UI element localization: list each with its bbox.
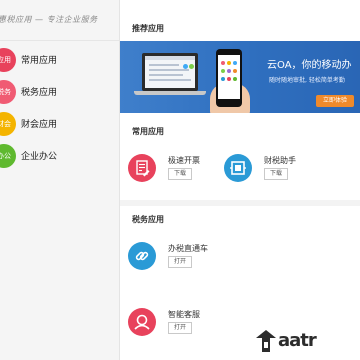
section-title-common: 常用应用 xyxy=(132,127,164,136)
office-apps-icon: 办公 xyxy=(0,144,16,168)
sidebar: 惠税应用 — 专注企业服务 应用 常用应用 税务 税务应用 财会 财会应用 办公… xyxy=(0,0,120,360)
divider xyxy=(0,40,119,41)
laptop-base xyxy=(134,91,206,95)
accounting-apps-icon: 财会 xyxy=(0,112,16,136)
phone-illustration xyxy=(216,49,242,107)
sidebar-item-label: 常用应用 xyxy=(21,56,58,66)
download-button[interactable]: 下载 xyxy=(264,168,288,180)
banner-title: 云OA，你的移动办 xyxy=(267,60,352,71)
app-item-tax-express[interactable]: 办税直通车 打开 xyxy=(120,240,230,280)
sidebar-item-tax-apps[interactable]: 税务 税务应用 xyxy=(0,80,119,104)
download-button[interactable]: 下载 xyxy=(168,168,192,180)
app-window: 惠税应用 — 专注企业服务 应用 常用应用 税务 税务应用 财会 财会应用 办公… xyxy=(0,0,360,360)
sidebar-item-label: 财会应用 xyxy=(21,120,58,130)
watermark-text: aatr xyxy=(278,330,317,351)
common-apps-icon: 应用 xyxy=(0,48,16,72)
brand-title: 惠税应用 — 专注企业服务 xyxy=(0,15,98,24)
sidebar-item-label: 税务应用 xyxy=(21,88,58,98)
section-title-recommended: 推荐应用 xyxy=(132,24,164,33)
app-name: 财税助手 xyxy=(264,156,296,165)
sidebar-item-label: 企业办公 xyxy=(21,152,58,162)
promo-banner[interactable]: 云OA，你的移动办 随时随地审批, 轻松简单考勤 立即体验 xyxy=(120,41,360,113)
link-icon xyxy=(128,242,156,270)
customer-service-icon xyxy=(128,308,156,336)
brand: 惠税应用 — 专注企业服务 xyxy=(0,0,119,40)
sidebar-item-common-apps[interactable]: 应用 常用应用 xyxy=(0,48,119,72)
section-separator xyxy=(120,200,360,206)
watermark-logo: aatr xyxy=(252,322,360,360)
open-button[interactable]: 打开 xyxy=(168,322,192,334)
open-button[interactable]: 打开 xyxy=(168,256,192,268)
app-item-tax-assistant[interactable]: 财税助手 下载 xyxy=(216,152,326,192)
tax-assistant-icon xyxy=(224,154,252,182)
tax-apps-icon: 税务 xyxy=(0,80,16,104)
banner-subtitle: 随时随地审批, 轻松简单考勤 xyxy=(269,77,345,84)
sidebar-item-accounting-apps[interactable]: 财会 财会应用 xyxy=(0,112,119,136)
app-item-quick-invoice[interactable]: 极速开票 下载 xyxy=(120,152,230,192)
section-title-tax: 税务应用 xyxy=(132,215,164,224)
app-name: 极速开票 xyxy=(168,156,200,165)
app-name: 办税直通车 xyxy=(168,244,208,253)
main-content: 推荐应用 云OA，你的移动办 随时随地审批, 轻松简单考勤 立即体验 常用应用 … xyxy=(120,0,360,360)
laptop-illustration xyxy=(142,53,198,91)
watermark-icon xyxy=(256,330,276,352)
sidebar-item-office[interactable]: 办公 企业办公 xyxy=(0,144,119,168)
try-now-button[interactable]: 立即体验 xyxy=(316,95,354,107)
invoice-icon xyxy=(128,154,156,182)
app-item-smart-support[interactable]: 智能客服 打开 xyxy=(120,306,230,346)
app-name: 智能客服 xyxy=(168,310,200,319)
